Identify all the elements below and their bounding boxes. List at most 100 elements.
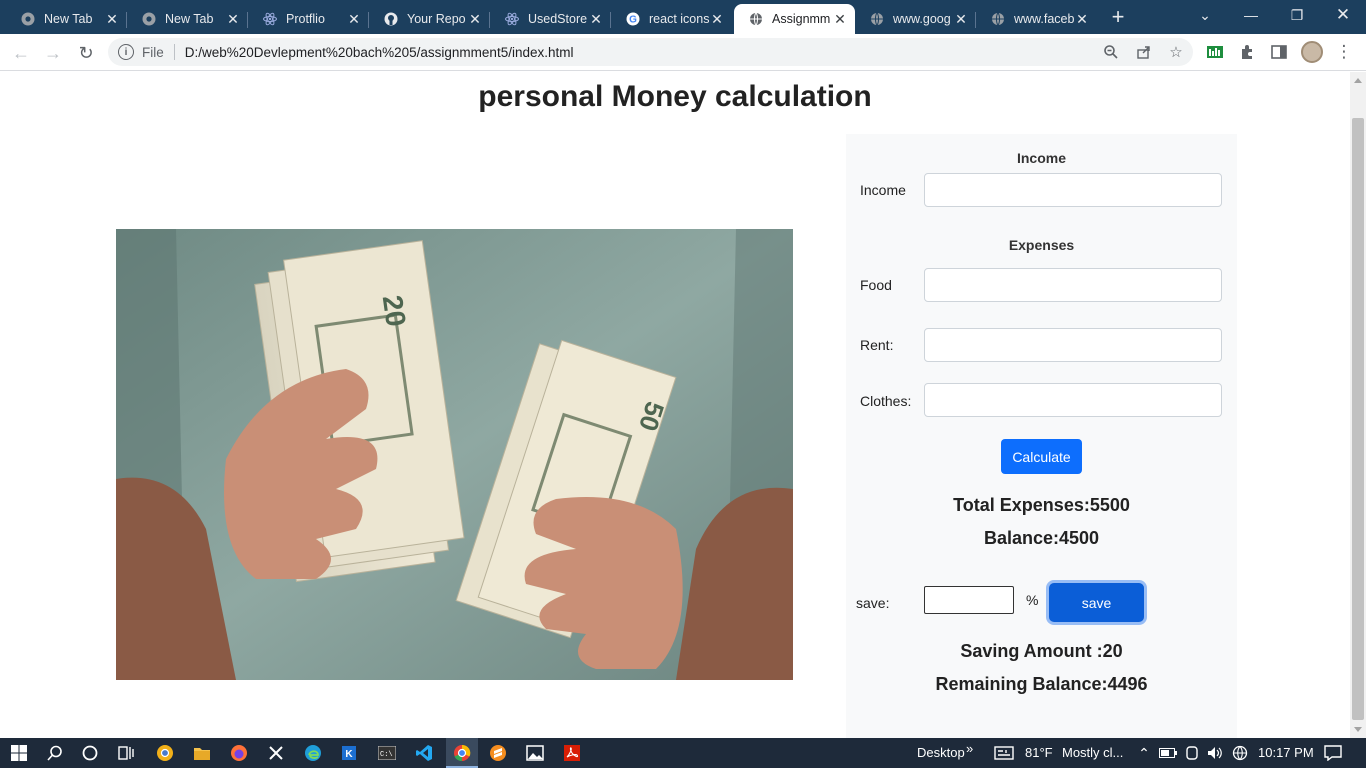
restore-button[interactable]: ❐	[1274, 0, 1320, 30]
income-input[interactable]	[924, 173, 1222, 207]
calculate-button[interactable]: Calculate	[1001, 439, 1082, 474]
back-arrow-icon[interactable]: ←	[8, 40, 34, 66]
extensions-puzzle-icon[interactable]	[1237, 42, 1257, 62]
tray-chevron-up-icon[interactable]: ⌃	[1133, 743, 1155, 763]
new-tab-button[interactable]: +	[1104, 4, 1132, 30]
close-tab-icon[interactable]: ✕	[226, 11, 240, 28]
browser-tab-9[interactable]: www.faceb ✕	[976, 4, 1097, 34]
google-icon: G	[625, 11, 641, 27]
extension-meter-icon[interactable]	[1205, 42, 1225, 62]
photos-icon[interactable]	[524, 743, 546, 763]
browser-tab-3[interactable]: Protflio ✕	[248, 4, 369, 34]
close-tab-icon[interactable]: ✕	[105, 11, 119, 28]
close-window-button[interactable]: ✕	[1320, 0, 1366, 30]
globe-icon	[990, 11, 1006, 27]
close-tab-icon[interactable]: ✕	[833, 11, 847, 28]
command-prompt-icon[interactable]: C:\	[376, 743, 398, 763]
close-tab-icon[interactable]: ✕	[710, 11, 724, 28]
save-percent-input[interactable]	[924, 586, 1014, 614]
info-icon[interactable]: i	[118, 44, 134, 60]
edge-icon[interactable]	[302, 743, 324, 763]
desktop-label[interactable]: Desktop	[917, 745, 965, 760]
firefox-icon[interactable]	[228, 743, 250, 763]
balance-text: Balance:4500	[983, 528, 1100, 548]
browser-tab-1[interactable]: New Tab ✕	[6, 4, 127, 34]
device-icon[interactable]	[1181, 743, 1203, 763]
app-store-icon[interactable]: K	[338, 743, 360, 763]
react-icon	[504, 11, 520, 27]
close-tab-icon[interactable]: ✕	[468, 11, 482, 28]
share-icon[interactable]	[1134, 42, 1154, 62]
tab-title: New Tab	[165, 12, 214, 26]
remaining-balance-text: Remaining Balance:4496	[935, 674, 1148, 694]
rent-label: Rent:	[860, 337, 894, 353]
browser-tab-8[interactable]: www.goog ✕	[855, 4, 976, 34]
tab-title: Assignmm	[772, 12, 831, 26]
svg-text:20: 20	[377, 293, 412, 328]
battery-icon[interactable]	[1157, 743, 1179, 763]
globe-icon	[869, 11, 885, 27]
url-text[interactable]: D:/web%20Devlepment%20bach%205/assignmme…	[185, 45, 574, 60]
money-photo-illustration: 20 50	[116, 229, 793, 680]
windows-start-icon[interactable]	[8, 743, 30, 763]
chrome-canary-icon[interactable]	[154, 743, 176, 763]
chrome-taskbar-icon[interactable]	[451, 743, 473, 763]
search-icon[interactable]	[44, 743, 66, 763]
browser-tab-5[interactable]: UsedStore ✕	[490, 4, 611, 34]
minimize-button[interactable]: —	[1228, 0, 1274, 30]
windows-taskbar: K C:\ Desktop » 81°F Mostly cl... ⌃ 10:1…	[0, 738, 1366, 768]
browser-toolbar: ← → ↻ i File D:/web%20Devlepment%20bach%…	[0, 34, 1366, 71]
expenses-heading: Expenses	[1008, 237, 1075, 253]
income-heading: Income	[1016, 150, 1066, 166]
browser-tab-2[interactable]: New Tab ✕	[127, 4, 248, 34]
tab-title: www.goog	[893, 12, 951, 26]
tab-title: Your Repo	[407, 12, 466, 26]
browser-tab-4[interactable]: Your Repo ✕	[369, 4, 490, 34]
calculator-panel: Income Income Expenses Food Rent: Clothe…	[846, 134, 1237, 738]
percent-sign: %	[1026, 592, 1039, 608]
vertical-scrollbar[interactable]	[1350, 72, 1366, 738]
save-button[interactable]: save	[1049, 583, 1144, 622]
rent-input[interactable]	[924, 328, 1222, 362]
reload-icon[interactable]: ↻	[73, 40, 99, 66]
weather-temperature[interactable]: 81°F	[1025, 745, 1053, 760]
file-explorer-icon[interactable]	[191, 743, 213, 763]
close-tab-icon[interactable]: ✕	[589, 11, 603, 28]
forward-arrow-icon[interactable]: →	[40, 40, 66, 66]
vscode-icon[interactable]	[413, 743, 435, 763]
acrobat-icon[interactable]	[561, 743, 583, 763]
tab-search-chevron-icon[interactable]: ⌄	[1182, 0, 1228, 30]
close-tab-icon[interactable]: ✕	[347, 11, 361, 28]
zoom-icon[interactable]	[1101, 42, 1121, 62]
clothes-label: Clothes:	[860, 393, 912, 409]
notifications-icon[interactable]	[1322, 743, 1344, 763]
tab-title: Protflio	[286, 12, 325, 26]
tab-title: New Tab	[44, 12, 93, 26]
close-tab-icon[interactable]: ✕	[954, 11, 968, 28]
close-tab-icon[interactable]: ✕	[1075, 11, 1089, 28]
snipping-tool-icon[interactable]	[265, 743, 287, 763]
scroll-down-arrow-icon[interactable]	[1354, 727, 1362, 732]
bookmark-star-icon[interactable]: ☆	[1166, 42, 1186, 62]
menu-kebab-icon[interactable]: ⋮	[1334, 42, 1354, 62]
clock-time[interactable]: 10:17 PM	[1258, 745, 1314, 760]
sublime-icon[interactable]	[487, 743, 509, 763]
weather-icon[interactable]	[993, 743, 1015, 763]
scroll-up-arrow-icon[interactable]	[1354, 78, 1362, 83]
cortana-icon[interactable]	[79, 743, 101, 763]
browser-tab-7-active[interactable]: Assignmm ✕	[734, 4, 855, 34]
svg-text:C:\: C:\	[380, 751, 393, 759]
volume-icon[interactable]	[1204, 743, 1226, 763]
browser-tab-6[interactable]: G react icons ✕	[611, 4, 732, 34]
food-input[interactable]	[924, 268, 1222, 302]
scrollbar-thumb[interactable]	[1352, 118, 1364, 720]
task-view-icon[interactable]	[115, 743, 137, 763]
address-bar[interactable]: i File D:/web%20Devlepment%20bach%205/as…	[108, 38, 1193, 66]
language-globe-icon[interactable]	[1229, 743, 1251, 763]
scheme-label: File	[142, 44, 164, 60]
profile-avatar-icon[interactable]	[1301, 41, 1323, 63]
weather-description[interactable]: Mostly cl...	[1062, 745, 1123, 760]
clothes-input[interactable]	[924, 383, 1222, 417]
chevrons-icon[interactable]: »	[966, 741, 973, 756]
side-panel-icon[interactable]	[1269, 42, 1289, 62]
